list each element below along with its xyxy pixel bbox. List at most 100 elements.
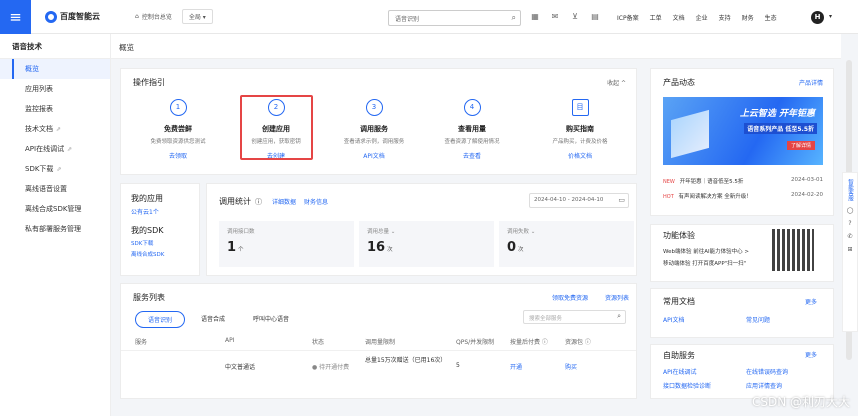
nav-link-icp[interactable]: ICP备案	[617, 13, 639, 22]
tab-speech-recognition[interactable]: 语音识别	[135, 311, 186, 328]
smart-service-button[interactable]: 智能客服	[846, 179, 854, 201]
stat-unit: 个	[238, 247, 244, 253]
sidebar-item-monitor[interactable]: 监控报表	[0, 99, 110, 119]
sidebar-item-overview[interactable]: 概览	[0, 59, 110, 79]
nav-link-docs[interactable]: 文档	[673, 13, 685, 22]
offline-sdk-link[interactable]: 离线合成SDK	[131, 250, 189, 258]
row-buy-link[interactable]: 购买	[565, 362, 577, 371]
right-float-bar: 智能客服 ◯ ? ✆ ⊞	[842, 172, 858, 332]
grid-icon[interactable]: ▦	[530, 12, 540, 21]
news-date: 2024-02-20	[791, 192, 823, 198]
row-postpay-link[interactable]: 开通	[510, 362, 522, 371]
tab-call-center[interactable]: 呼叫中心语音	[241, 311, 301, 328]
news-tag: HOT	[663, 194, 674, 200]
faq-link[interactable]: 常见问题	[746, 315, 770, 324]
step-number-icon: 1	[169, 99, 187, 116]
top-bar: ≡ 百度智能云 ⌂ 控制台总览 全局 ▾ 语音识别 ⌕ ▦ ✉ ⊻ ▤ ICP备…	[0, 0, 858, 34]
column-header: API	[225, 337, 235, 344]
stat-total-calls[interactable]: 调用总量 ⌄ 16 次	[359, 221, 494, 267]
feedback-icon[interactable]: ◯	[843, 207, 857, 214]
finance-info-link[interactable]: 财务信息	[304, 197, 328, 206]
step-link[interactable]: 价格文档	[534, 151, 626, 160]
step-link[interactable]: 去领取	[132, 151, 224, 160]
step-link[interactable]: 去查看	[426, 151, 518, 160]
phone-icon[interactable]: ✆	[843, 233, 857, 240]
sidebar-item-label: 技术文档	[25, 125, 53, 133]
cart-icon[interactable]: ⊻	[570, 12, 580, 21]
search-value: 语音识别	[395, 16, 420, 23]
app-detail-link[interactable]: 应用详情查询	[746, 381, 782, 390]
step-title: 购买指南	[566, 125, 594, 133]
menu-icon[interactable]: ≡	[0, 0, 31, 34]
detail-data-link[interactable]: 详细数据	[272, 197, 296, 206]
step-desc: 查看请求示例，调用服务	[343, 139, 405, 145]
error-code-link[interactable]: 在线错误码查询	[746, 367, 788, 376]
product-news-card: 产品动态 产品详情 上云智选 开年钜惠 语音系列产品 低至5.5折 了解详情 N…	[650, 68, 834, 216]
service-search-placeholder: 搜索全部服务	[529, 316, 563, 322]
stat-failed-calls[interactable]: 调用失败 ⌄ 0次	[499, 221, 634, 267]
self-service-more-link[interactable]: 更多	[805, 350, 817, 359]
sidebar-item-api-debug[interactable]: API在线调试 ⇗	[0, 139, 110, 159]
date-range-picker[interactable]: 2024-04-10 - 2024-04-10 ▭	[529, 193, 629, 208]
resource-list-link[interactable]: 资源列表	[605, 293, 629, 302]
message-icon[interactable]: ✉	[550, 12, 560, 21]
sdk-download-link[interactable]: SDK下载	[131, 239, 189, 247]
avatar-caret-icon[interactable]: ▾	[829, 13, 832, 20]
document-icon[interactable]: ▤	[590, 12, 600, 21]
help-icon[interactable]: ⓘ	[255, 197, 262, 207]
sidebar-item-app-list[interactable]: 应用列表	[0, 79, 110, 99]
service-list-card: 服务列表 领取免费资源 资源列表 语音识别 语音合成 呼叫中心语音 搜索全部服务…	[120, 283, 637, 399]
guide-title: 操作指引	[133, 78, 165, 87]
api-doc-link[interactable]: API文档	[663, 315, 685, 324]
service-search-input[interactable]: 搜索全部服务 ⌕	[523, 310, 626, 324]
sidebar-item-tech-docs[interactable]: 技术文档 ⇗	[0, 119, 110, 139]
nav-link-enterprise[interactable]: 企业	[696, 13, 708, 22]
column-header: QPS/并发限制	[456, 339, 495, 346]
stat-label: 调用接口数	[227, 229, 255, 235]
help-icon[interactable]: ?	[843, 220, 857, 227]
logo[interactable]: 百度智能云	[45, 10, 109, 23]
news-item[interactable]: HOT 有声阅读解决方案 全新升级！ 2024-02-20	[663, 192, 823, 200]
sidebar-item-sdk-download[interactable]: SDK下载 ⇗	[0, 159, 110, 179]
apps-icon[interactable]: ⊞	[843, 246, 857, 253]
step-link[interactable]: API文档	[328, 151, 420, 160]
search-icon[interactable]: ⌕	[617, 312, 621, 321]
nav-link-finance[interactable]: 财务	[742, 13, 754, 22]
search-icon[interactable]: ⌕	[512, 13, 516, 23]
promo-banner[interactable]: 上云智选 开年钜惠 语音系列产品 低至5.5折 了解详情	[663, 97, 823, 165]
stat-unit: 次	[518, 247, 524, 253]
free-resource-link[interactable]: 领取免费资源	[552, 293, 588, 302]
collapse-button[interactable]: 收起 ^	[607, 78, 626, 87]
docs-title: 常用文档	[663, 297, 695, 306]
nav-link-ecosystem[interactable]: 生态	[765, 13, 777, 22]
my-app-title: 我的应用	[131, 194, 163, 203]
sidebar-item-label: 应用列表	[25, 85, 53, 93]
sidebar-item-offline-settings[interactable]: 离线语音设置	[0, 179, 110, 199]
console-home-link[interactable]: ⌂ 控制台总览	[135, 12, 172, 21]
web-experience-link[interactable]: Web端体验 前往AI能力体验中心 >	[663, 247, 749, 255]
avatar[interactable]: H	[811, 11, 824, 24]
nav-link-ticket[interactable]: 工单	[650, 13, 662, 22]
app-count-link[interactable]: 公有云1个	[131, 207, 189, 216]
product-detail-link[interactable]: 产品详情	[799, 78, 823, 87]
sidebar-item-private-deploy[interactable]: 私有部署服务管理	[0, 219, 110, 239]
docs-more-link[interactable]: 更多	[805, 297, 817, 306]
product-news-title: 产品动态	[663, 78, 695, 87]
breadcrumb: 概览	[111, 34, 841, 59]
row-qps: 5	[456, 362, 460, 369]
column-header: 服务	[135, 339, 148, 346]
sidebar-item-offline-sdk[interactable]: 离线合成SDK管理	[0, 199, 110, 219]
api-debug-link[interactable]: API在线调试	[663, 367, 697, 376]
banner-button[interactable]: 了解详情	[786, 141, 815, 150]
region-select[interactable]: 全局 ▾	[181, 9, 213, 24]
nav-link-support[interactable]: 支持	[719, 13, 731, 22]
interface-diagnosis-link[interactable]: 接口数据检验诊断	[663, 381, 711, 390]
tab-speech-synthesis[interactable]: 语音合成	[189, 311, 237, 328]
function-experience-card: 功能体验 Web端体验 前往AI能力体验中心 > 移动端体验 打开百度APP"扫…	[650, 224, 834, 282]
search-input[interactable]: 语音识别 ⌕	[388, 10, 521, 26]
news-item[interactable]: NEW 开年钜惠｜语音低至5.5折 2024-03-01	[663, 177, 823, 185]
logo-mark-icon	[45, 10, 57, 23]
stats-title: 调用统计	[219, 197, 251, 206]
sidebar-item-label: 私有部署服务管理	[25, 225, 81, 233]
news-tag: NEW	[663, 179, 675, 185]
